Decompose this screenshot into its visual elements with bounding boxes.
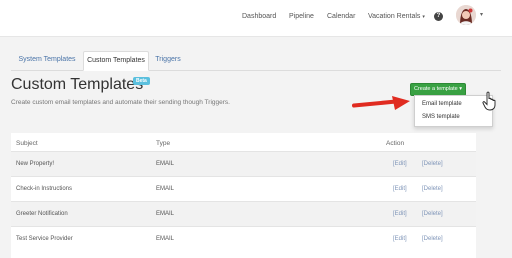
dropdown-caret-icon: ▾ xyxy=(422,14,425,20)
create-template-label: Create a template xyxy=(413,86,458,92)
edit-link[interactable]: [Edit] xyxy=(393,161,407,167)
dropdown-caret-icon: ▾ xyxy=(459,86,462,92)
template-tabs: System Templates Custom Templates Trigge… xyxy=(11,51,501,71)
avatar-image xyxy=(456,5,476,25)
tab-custom-templates[interactable]: Custom Templates xyxy=(83,51,149,71)
row-type: EMAIL xyxy=(156,186,175,192)
edit-link[interactable]: [Edit] xyxy=(393,186,407,192)
page-subtitle: Create custom email templates and automa… xyxy=(11,99,230,106)
nav-vacation-rentals[interactable]: Vacation Rentals ▾ xyxy=(368,13,425,20)
hand-pointer-icon xyxy=(482,91,496,111)
tab-triggers[interactable]: Triggers xyxy=(149,51,187,69)
row-type: EMAIL xyxy=(156,236,175,242)
edit-link[interactable]: [Edit] xyxy=(393,211,407,217)
table-row: New Property! EMAIL [Edit] [Delete] xyxy=(11,151,476,177)
edit-link[interactable]: [Edit] xyxy=(393,236,407,242)
row-type: EMAIL xyxy=(156,211,175,217)
row-subject: Greeter Notification xyxy=(16,211,68,217)
delete-link[interactable]: [Delete] xyxy=(422,236,443,242)
table-row: Greeter Notification EMAIL [Edit] [Delet… xyxy=(11,201,476,227)
menu-item-email-template[interactable]: Email template xyxy=(415,98,492,110)
delete-link[interactable]: [Delete] xyxy=(422,161,443,167)
row-subject: New Property! xyxy=(16,161,55,167)
row-subject: Check-in Instructions xyxy=(16,186,73,192)
tab-system-templates[interactable]: System Templates xyxy=(11,51,83,69)
delete-link[interactable]: [Delete] xyxy=(422,186,443,192)
beta-badge: Beta xyxy=(133,77,150,85)
top-navigation-bar: Dashboard Pipeline Calendar Vacation Ren… xyxy=(0,0,512,37)
row-subject: Test Service Provider xyxy=(16,236,73,242)
user-avatar[interactable] xyxy=(456,5,476,25)
nav-calendar[interactable]: Calendar xyxy=(327,13,355,20)
row-type: EMAIL xyxy=(156,161,175,167)
avatar-caret-icon[interactable]: ▾ xyxy=(480,11,483,18)
column-header-action: Action xyxy=(386,140,405,147)
nav-dashboard[interactable]: Dashboard xyxy=(242,13,276,20)
red-arrow xyxy=(352,96,410,110)
column-header-type: Type xyxy=(156,140,171,147)
page-title: Custom Templates xyxy=(11,76,144,93)
column-header-subject: Subject xyxy=(16,140,38,147)
help-icon[interactable]: ? xyxy=(434,12,443,21)
menu-item-sms-template[interactable]: SMS template xyxy=(415,111,492,123)
delete-link[interactable]: [Delete] xyxy=(422,211,443,217)
table-row: Check-in Instructions EMAIL [Edit] [Dele… xyxy=(11,176,476,202)
nav-pipeline[interactable]: Pipeline xyxy=(289,13,314,20)
nav-vacation-rentals-label: Vacation Rentals xyxy=(368,13,421,20)
table-row: Test Service Provider EMAIL [Edit] [Dele… xyxy=(11,226,476,252)
